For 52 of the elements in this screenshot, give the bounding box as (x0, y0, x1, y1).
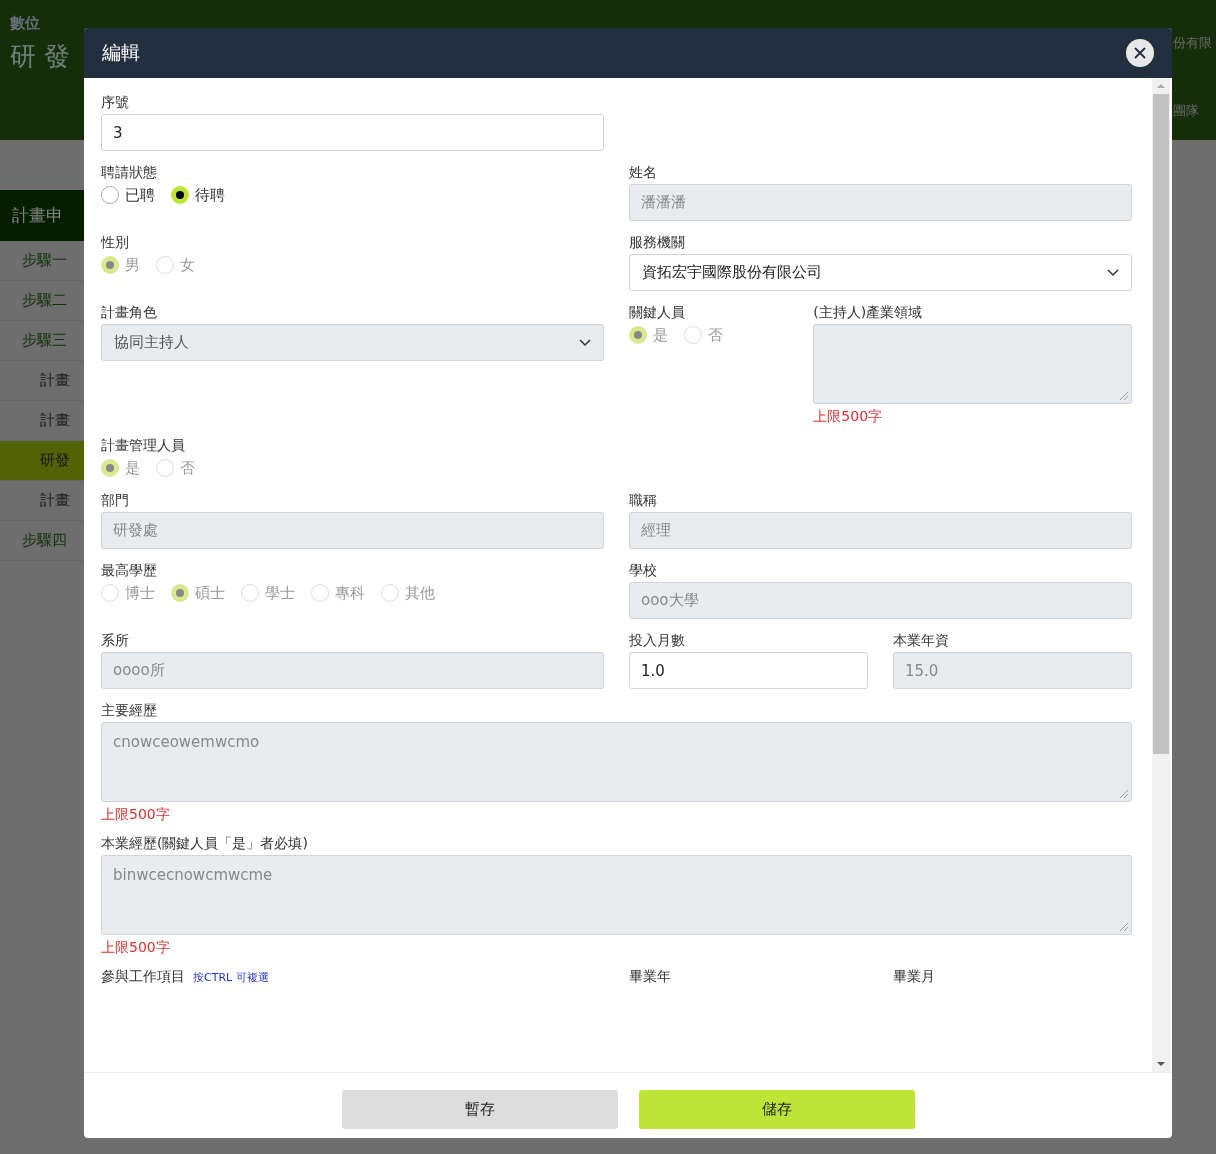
header-text: 團隊 (1173, 102, 1200, 120)
text-field[interactable]: 3 (101, 114, 604, 151)
field-label: 服務機關 (629, 234, 686, 250)
close-icon (1134, 47, 1146, 59)
radio-label: 其他 (405, 583, 435, 603)
field-label: 最高學歷 (101, 562, 158, 578)
field-label: 計畫角色 (101, 304, 158, 320)
dialog-title: 編輯 (102, 40, 140, 65)
text-field[interactable]: 1.0 (629, 652, 868, 689)
page-title: 研 發 (10, 40, 71, 73)
limit-note: 上限500字 (101, 806, 171, 822)
radio-label: 博士 (125, 583, 155, 603)
field-label: (主持人)產業領域 (813, 304, 924, 320)
field-label: 計畫管理人員 (101, 437, 186, 453)
field-label: 職稱 (629, 492, 658, 508)
scrollbar[interactable] (1152, 78, 1170, 1072)
field-label: 聘請狀態 (101, 164, 158, 180)
field-label: 畢業年 (629, 968, 672, 984)
field-label: 序號 (101, 94, 130, 110)
radio-button[interactable] (171, 186, 189, 204)
limit-note: 上限500字 (813, 408, 884, 424)
field-label: 部門 (101, 492, 130, 508)
field-label: 參與工作項目 (101, 968, 185, 984)
radio-label: 女 (180, 255, 195, 275)
hint-link[interactable]: 按CTRL 可複選 (193, 970, 269, 985)
close-button[interactable] (1126, 39, 1154, 67)
radio-label: 是 (653, 325, 668, 345)
draft-button[interactable]: 暫存 (341, 1090, 618, 1129)
header-text: 份有限 (1173, 34, 1212, 52)
field-label: 本業經歷(關鍵人員「是」者必填) (101, 835, 309, 851)
radio-label: 否 (708, 325, 723, 345)
radio-label: 學士 (265, 583, 295, 603)
select-field[interactable]: 資拓宏宇國際股份有限公司 (629, 254, 1132, 291)
field-label: 系所 (101, 632, 130, 648)
logo-text: 數位 (10, 14, 41, 33)
field-label: 畢業月 (893, 968, 936, 984)
field-label: 姓名 (629, 164, 658, 180)
field-label: 投入月數 (629, 632, 686, 648)
radio-label: 專科 (335, 583, 365, 603)
chevron-down-icon (579, 338, 591, 347)
radio-label: 男 (125, 255, 140, 275)
field-label: 主要經歷 (101, 702, 158, 718)
field-label: 關鍵人員 (629, 304, 686, 320)
field-label: 學校 (629, 562, 658, 578)
radio-label: 是 (125, 458, 140, 478)
chevron-down-icon (1107, 268, 1119, 277)
radio-label: 否 (180, 458, 195, 478)
radio-button[interactable] (101, 186, 119, 204)
radio-label: 碩士 (195, 583, 225, 603)
field-label: 本業年資 (893, 632, 950, 648)
save-button[interactable]: 儲存 (638, 1090, 915, 1129)
limit-note: 上限500字 (101, 939, 171, 955)
